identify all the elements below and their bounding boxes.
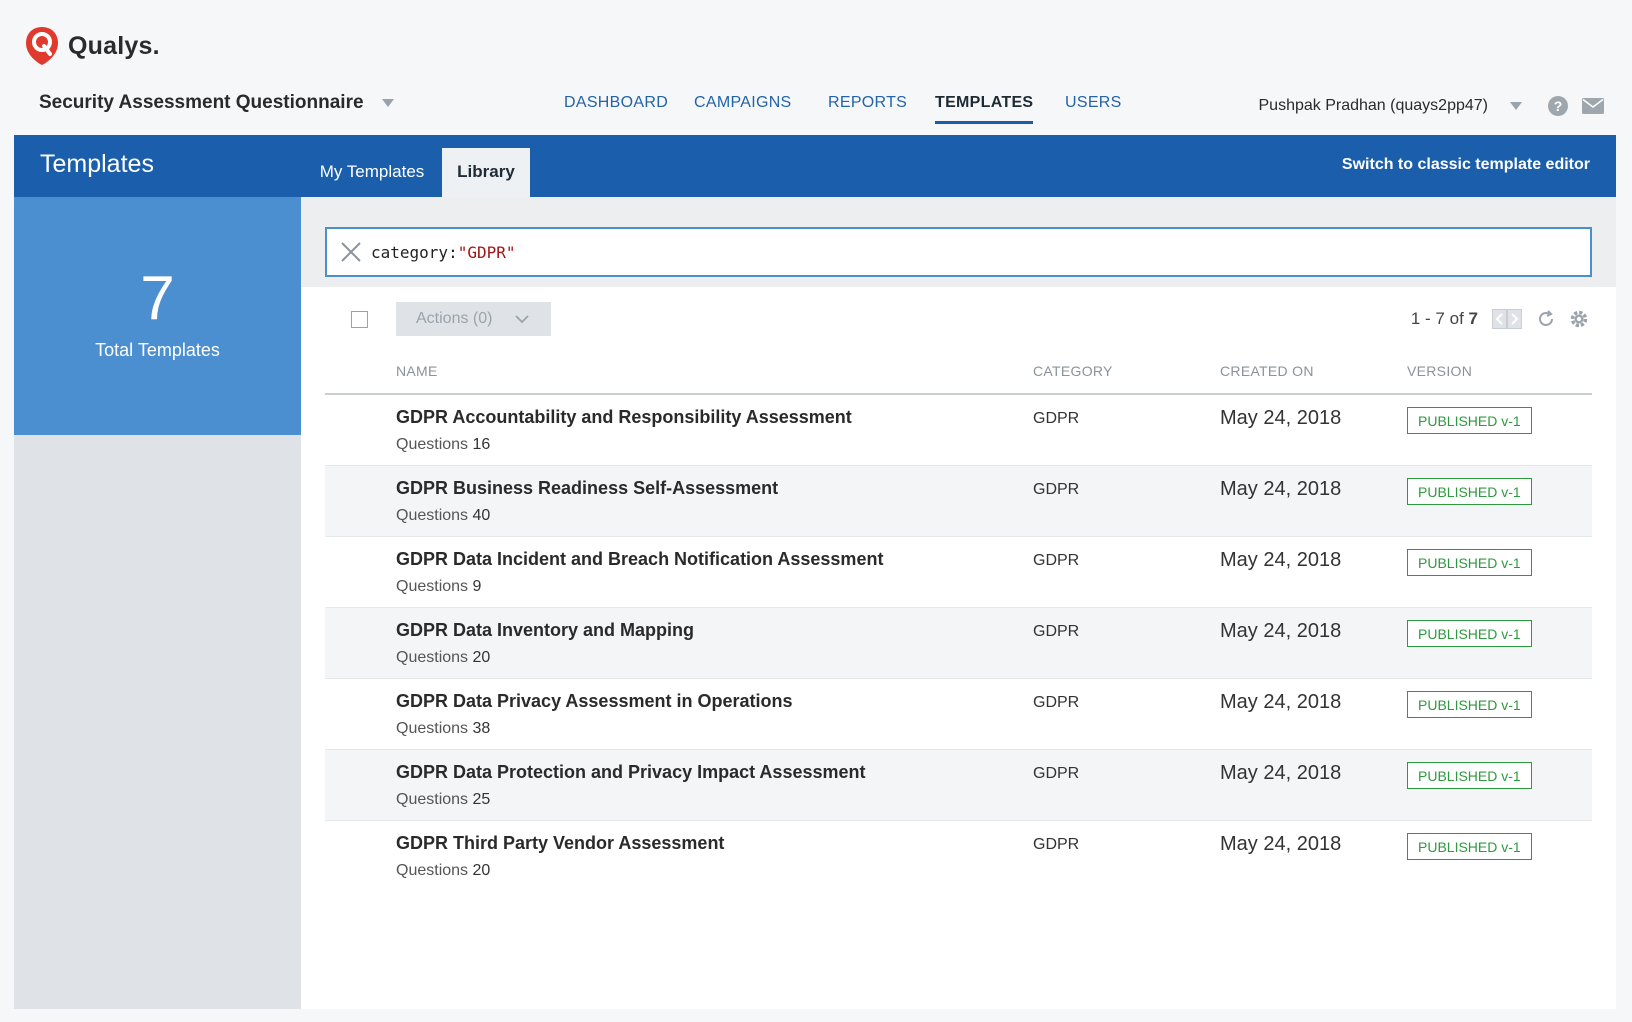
question-count: Questions 16 xyxy=(396,436,491,453)
search-input[interactable]: category:"GDPR" xyxy=(371,243,1521,262)
nav-dashboard[interactable]: DASHBOARD xyxy=(564,94,668,124)
mail-icon[interactable] xyxy=(1582,98,1604,114)
sidebar: 7 Total Templates xyxy=(14,197,301,1009)
templates-table: NAME CATEGORY CREATED ON VERSION GDPR Ac… xyxy=(325,349,1592,892)
help-icon[interactable]: ? xyxy=(1548,96,1568,116)
template-name[interactable]: GDPR Data Incident and Breach Notificati… xyxy=(396,549,883,570)
version-badge: PUBLISHED v-1 xyxy=(1407,407,1532,434)
user-menu[interactable]: Pushpak Pradhan (quays2pp47) xyxy=(1259,97,1489,115)
template-category: GDPR xyxy=(1033,836,1080,853)
created-date: May 24, 2018 xyxy=(1220,478,1342,500)
search-box[interactable]: category:"GDPR" xyxy=(325,227,1592,277)
pagination-arrows-icon[interactable] xyxy=(1492,309,1522,329)
template-name[interactable]: GDPR Data Protection and Privacy Impact … xyxy=(396,762,866,783)
table-row[interactable]: GDPR Business Readiness Self-Assessment … xyxy=(325,466,1592,537)
table-body: GDPR Accountability and Responsibility A… xyxy=(325,395,1592,892)
tab-library[interactable]: Library xyxy=(442,148,530,197)
template-name[interactable]: GDPR Business Readiness Self-Assessment xyxy=(396,478,778,499)
actions-dropdown[interactable]: Actions (0) xyxy=(396,302,551,336)
created-date: May 24, 2018 xyxy=(1220,833,1342,855)
table-row[interactable]: GDPR Data Protection and Privacy Impact … xyxy=(325,750,1592,821)
qualys-shield-icon xyxy=(26,27,58,65)
brand-name: Qualys. xyxy=(68,31,160,60)
nav-reports[interactable]: REPORTS xyxy=(828,94,907,124)
version-badge: PUBLISHED v-1 xyxy=(1407,691,1532,718)
pagination-total: 7 xyxy=(1468,309,1478,328)
column-name[interactable]: NAME xyxy=(396,363,438,379)
search-zone: category:"GDPR" xyxy=(301,197,1616,287)
version-badge: PUBLISHED v-1 xyxy=(1407,478,1532,505)
template-name[interactable]: GDPR Data Inventory and Mapping xyxy=(396,620,694,641)
question-count: Questions 20 xyxy=(396,649,491,666)
question-count: Questions 20 xyxy=(396,862,491,879)
table-row[interactable]: GDPR Data Privacy Assessment in Operatio… xyxy=(325,679,1592,750)
version-badge: PUBLISHED v-1 xyxy=(1407,549,1532,576)
close-icon[interactable] xyxy=(339,240,363,264)
switch-classic-editor-link[interactable]: Switch to classic template editor xyxy=(1342,156,1590,174)
created-date: May 24, 2018 xyxy=(1220,407,1342,429)
total-templates-count: 7 xyxy=(140,264,175,333)
template-category: GDPR xyxy=(1033,481,1080,498)
template-category: GDPR xyxy=(1033,410,1080,427)
question-count: Questions 38 xyxy=(396,720,491,737)
table-row[interactable]: GDPR Accountability and Responsibility A… xyxy=(325,395,1592,466)
templates-header-bar: Templates My Templates Library Switch to… xyxy=(14,135,1616,197)
template-name[interactable]: GDPR Third Party Vendor Assessment xyxy=(396,833,724,854)
created-date: May 24, 2018 xyxy=(1220,549,1342,571)
created-date: May 24, 2018 xyxy=(1220,691,1342,713)
search-query-value: "GDPR" xyxy=(457,242,516,262)
template-name[interactable]: GDPR Accountability and Responsibility A… xyxy=(396,407,852,428)
template-category: GDPR xyxy=(1033,765,1080,782)
select-all-checkbox[interactable] xyxy=(351,311,368,328)
template-category: GDPR xyxy=(1033,623,1080,640)
table-row[interactable]: GDPR Data Inventory and Mapping Question… xyxy=(325,608,1592,679)
column-created-on[interactable]: CREATED ON xyxy=(1220,363,1314,379)
pagination-range: 1 - 7 of xyxy=(1410,309,1464,328)
page-title: Templates xyxy=(40,150,154,178)
nav-templates[interactable]: TEMPLATES xyxy=(935,94,1034,124)
column-version[interactable]: VERSION xyxy=(1407,363,1472,379)
total-templates-card: 7 Total Templates xyxy=(14,197,301,435)
chevron-down-icon[interactable] xyxy=(1510,102,1522,110)
gear-icon[interactable] xyxy=(1568,308,1590,330)
refresh-icon[interactable] xyxy=(1536,309,1556,329)
tab-my-templates[interactable]: My Templates xyxy=(312,148,432,197)
created-date: May 24, 2018 xyxy=(1220,620,1342,642)
version-badge: PUBLISHED v-1 xyxy=(1407,620,1532,647)
nav-users[interactable]: USERS xyxy=(1065,94,1122,124)
list-toolbar: Actions (0) 1 - 7 of 7 xyxy=(301,299,1616,339)
pagination-info: 1 - 7 of 7 xyxy=(1411,309,1478,329)
created-date: May 24, 2018 xyxy=(1220,762,1342,784)
question-count: Questions 25 xyxy=(396,791,491,808)
nav-campaigns[interactable]: CAMPAIGNS xyxy=(694,94,792,124)
table-row[interactable]: GDPR Data Incident and Breach Notificati… xyxy=(325,537,1592,608)
chevron-down-icon xyxy=(515,315,529,324)
version-badge: PUBLISHED v-1 xyxy=(1407,833,1532,860)
version-badge: PUBLISHED v-1 xyxy=(1407,762,1532,789)
question-count: Questions 9 xyxy=(396,578,482,595)
template-name[interactable]: GDPR Data Privacy Assessment in Operatio… xyxy=(396,691,792,712)
template-category: GDPR xyxy=(1033,552,1080,569)
actions-label: Actions (0) xyxy=(416,310,493,327)
qualys-logo[interactable]: Qualys. xyxy=(24,26,160,66)
table-header: NAME CATEGORY CREATED ON VERSION xyxy=(325,349,1592,395)
total-templates-label: Total Templates xyxy=(95,340,220,360)
table-row[interactable]: GDPR Third Party Vendor Assessment Quest… xyxy=(325,821,1592,892)
column-category[interactable]: CATEGORY xyxy=(1033,363,1113,379)
question-count: Questions 40 xyxy=(396,507,491,524)
template-category: GDPR xyxy=(1033,694,1080,711)
user-area: Pushpak Pradhan (quays2pp47) ? xyxy=(1259,96,1604,116)
search-query-key: category: xyxy=(371,242,458,262)
main-content: category:"GDPR" Actions (0) 1 - 7 of 7 N… xyxy=(301,197,1616,1009)
